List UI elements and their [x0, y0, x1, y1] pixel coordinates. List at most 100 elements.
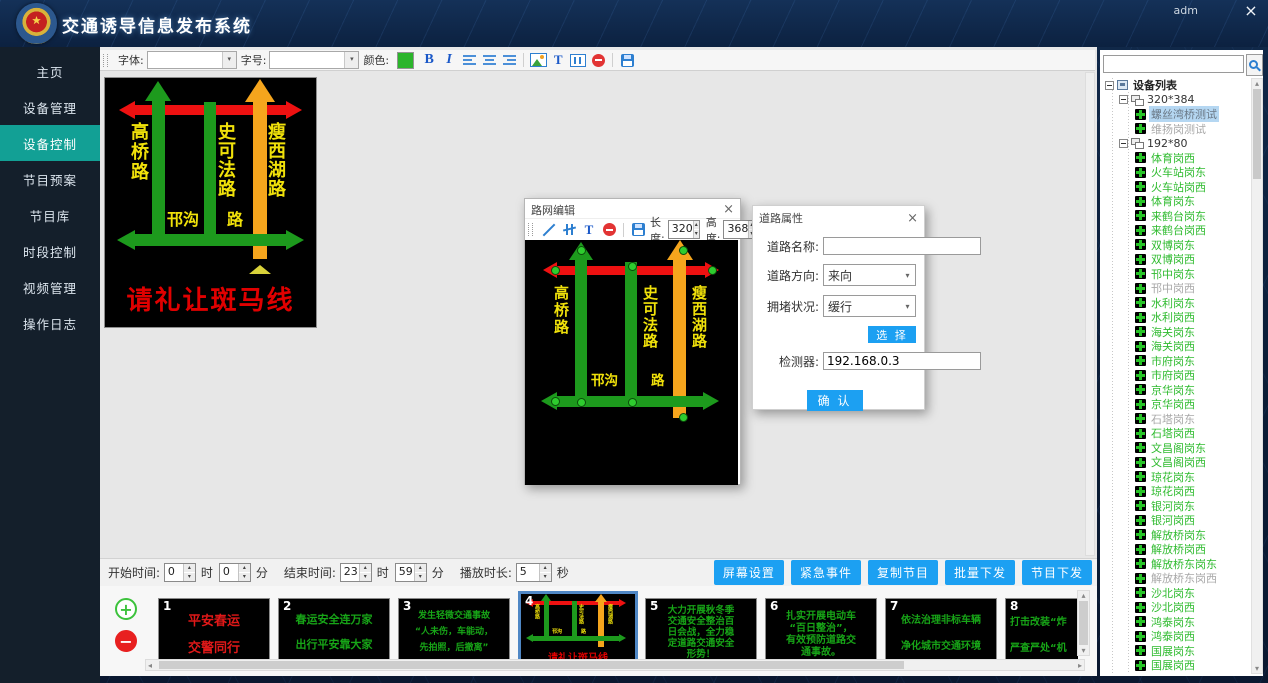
action-button[interactable]: 复制节目 — [868, 560, 938, 585]
font-size-select[interactable]: ▾ — [269, 51, 359, 69]
tree-row[interactable]: 文昌阁岗东 — [1103, 441, 1251, 456]
tree-row[interactable]: 鸿泰岗东 — [1103, 615, 1251, 630]
road-name-input[interactable] — [823, 237, 981, 255]
tree-vertical-scrollbar[interactable]: ▴ ▾ — [1251, 78, 1263, 674]
scrollbar-thumb[interactable] — [1253, 89, 1261, 179]
spinner-up-icon[interactable]: ▴ — [540, 564, 551, 573]
confirm-button[interactable]: 确 认 — [807, 390, 863, 411]
tree-row[interactable]: 解放桥东岗西 — [1103, 571, 1251, 586]
road-network-button[interactable] — [568, 51, 588, 69]
scroll-up-icon[interactable]: ▴ — [1081, 591, 1085, 600]
tree-row[interactable]: 维扬岗测试 — [1103, 122, 1251, 137]
tree-row[interactable]: 320*384 — [1103, 93, 1251, 108]
insert-image-button[interactable] — [528, 51, 548, 69]
select-detector-button[interactable]: 选 择 — [868, 326, 916, 343]
spinner-down-icon[interactable]: ▾ — [415, 573, 426, 581]
spinner-up-icon[interactable]: ▴ — [415, 564, 426, 573]
tree-row[interactable]: 琼花岗东 — [1103, 470, 1251, 485]
chevron-down-icon[interactable]: ▾ — [344, 52, 358, 68]
tree-row[interactable]: 解放桥岗东 — [1103, 528, 1251, 543]
tree-row[interactable]: 水利岗西 — [1103, 310, 1251, 325]
tree-row[interactable]: 石塔岗西 — [1103, 426, 1251, 441]
spinner-up-icon[interactable]: ▴ — [694, 221, 699, 230]
action-button[interactable]: 紧急事件 — [791, 560, 861, 585]
scroll-up-icon[interactable]: ▴ — [1255, 79, 1259, 88]
tree-row[interactable]: 国展岗东 — [1103, 644, 1251, 659]
tree-row[interactable]: 来鹤台岗西 — [1103, 223, 1251, 238]
program-thumbnail[interactable]: 6 扎实开展电动车 “百日整治”， 有效预防道路交 通事故。 — [765, 598, 877, 662]
tree-row[interactable]: 国展岗西 — [1103, 658, 1251, 673]
sidebar-item[interactable]: 设备控制 — [0, 125, 100, 161]
end-minute-spinner[interactable]: 59 ▴▾ — [395, 563, 427, 582]
road-node-handle[interactable] — [577, 246, 586, 255]
tree-row[interactable]: 海关岗东 — [1103, 325, 1251, 340]
italic-button[interactable]: I — [439, 51, 459, 69]
program-thumbnail[interactable]: 5 大力开展秋冬季 交通安全整治百 日会战，全力稳 定道路交通安全 形势！ — [645, 598, 757, 662]
tree-row[interactable]: 银河岗西 — [1103, 513, 1251, 528]
spinner-down-icon[interactable]: ▾ — [239, 573, 250, 581]
sidebar-item[interactable]: 视频管理 — [0, 269, 100, 305]
dialog-close-button[interactable]: × — [907, 211, 918, 226]
save-button[interactable] — [628, 221, 648, 239]
tree-row[interactable]: 市府岗东 — [1103, 354, 1251, 369]
action-button[interactable]: 批量下发 — [945, 560, 1015, 585]
road-node-handle[interactable] — [551, 266, 560, 275]
road-direction-select[interactable]: 来向 ▾ — [823, 264, 916, 286]
tree-row[interactable]: 海关岗西 — [1103, 339, 1251, 354]
tree-row[interactable]: 水利岗东 — [1103, 296, 1251, 311]
road-node-handle[interactable] — [679, 246, 688, 255]
program-thumbnail[interactable]: 7 依法治理非标车辆 净化城市交通环境 — [885, 598, 997, 662]
scrollbar-thumb[interactable] — [1079, 601, 1088, 645]
tree-row[interactable]: 解放桥岗西 — [1103, 542, 1251, 557]
program-thumbnail[interactable]: 8 打击改装“炸 严查严处“机 — [1005, 598, 1078, 662]
sidebar-item[interactable]: 操作日志 — [0, 305, 100, 341]
remove-program-button[interactable]: − — [115, 630, 137, 652]
playlist-vertical-scrollbar[interactable]: ▴ ▾ — [1077, 590, 1090, 656]
tree-expander-icon[interactable] — [1105, 81, 1114, 90]
scroll-right-icon[interactable]: ▸ — [1078, 661, 1082, 671]
tree-row[interactable]: 邗中岗西 — [1103, 281, 1251, 296]
dialog-titlebar[interactable]: 道路属性 × — [753, 206, 924, 228]
scroll-left-icon[interactable]: ◂ — [148, 661, 152, 671]
tree-row[interactable]: 体育岗西 — [1103, 151, 1251, 166]
sidebar-item[interactable]: 节目预案 — [0, 161, 100, 197]
draw-line-button[interactable] — [539, 221, 559, 239]
action-button[interactable]: 节目下发 — [1022, 560, 1092, 585]
spinner-up-icon[interactable]: ▴ — [360, 564, 371, 573]
scrollbar-thumb[interactable] — [159, 661, 904, 669]
road-node-handle[interactable] — [679, 413, 688, 422]
tree-row[interactable]: 沙北岗东 — [1103, 586, 1251, 601]
dialog-close-button[interactable]: × — [723, 202, 734, 217]
color-swatch[interactable] — [397, 52, 414, 69]
end-hour-spinner[interactable]: 23 ▴▾ — [340, 563, 372, 582]
spinner-up-icon[interactable]: ▴ — [239, 564, 250, 573]
action-button[interactable]: 屏幕设置 — [714, 560, 784, 585]
scroll-down-icon[interactable]: ▾ — [1255, 664, 1259, 673]
start-hour-spinner[interactable]: 0 ▴▾ — [164, 563, 196, 582]
tree-row[interactable]: 设备列表 — [1103, 78, 1251, 93]
tree-row[interactable]: 沙北岗西 — [1103, 600, 1251, 615]
tree-row[interactable]: 鸿泰岗西 — [1103, 629, 1251, 644]
chevron-down-icon[interactable]: ▾ — [900, 271, 915, 280]
align-center-button[interactable] — [479, 51, 499, 69]
chevron-down-icon[interactable]: ▾ — [222, 52, 236, 68]
program-thumbnail[interactable]: 1 平安春运 交警同行 — [158, 598, 270, 662]
tree-row[interactable]: 来鹤台岗东 — [1103, 209, 1251, 224]
spinner-down-icon[interactable]: ▾ — [540, 573, 551, 581]
tree-row[interactable]: 火车站岗东 — [1103, 165, 1251, 180]
length-spinner[interactable]: 320 ▴▾ — [668, 220, 700, 239]
align-right-button[interactable] — [499, 51, 519, 69]
program-thumbnail[interactable]: 3 发生轻微交通事故 “人未伤，车能动， 先拍照，后撤离” — [398, 598, 510, 662]
tree-row[interactable]: 文昌阁岗西 — [1103, 455, 1251, 470]
tree-expander-icon[interactable] — [1119, 95, 1128, 104]
height-spinner[interactable]: 368 ▴▾ — [723, 220, 755, 239]
tree-row[interactable]: 火车站岗西 — [1103, 180, 1251, 195]
search-button[interactable] — [1246, 54, 1263, 76]
save-button[interactable] — [617, 51, 637, 69]
program-thumbnail[interactable]: 2 春运安全连万家 出行平安靠大家 — [278, 598, 390, 662]
insert-text-button[interactable]: T — [548, 51, 568, 69]
road-node-handle[interactable] — [628, 398, 637, 407]
road-node-handle[interactable] — [628, 262, 637, 271]
device-search-input[interactable] — [1103, 55, 1244, 73]
congestion-select[interactable]: 缓行 ▾ — [823, 295, 916, 317]
